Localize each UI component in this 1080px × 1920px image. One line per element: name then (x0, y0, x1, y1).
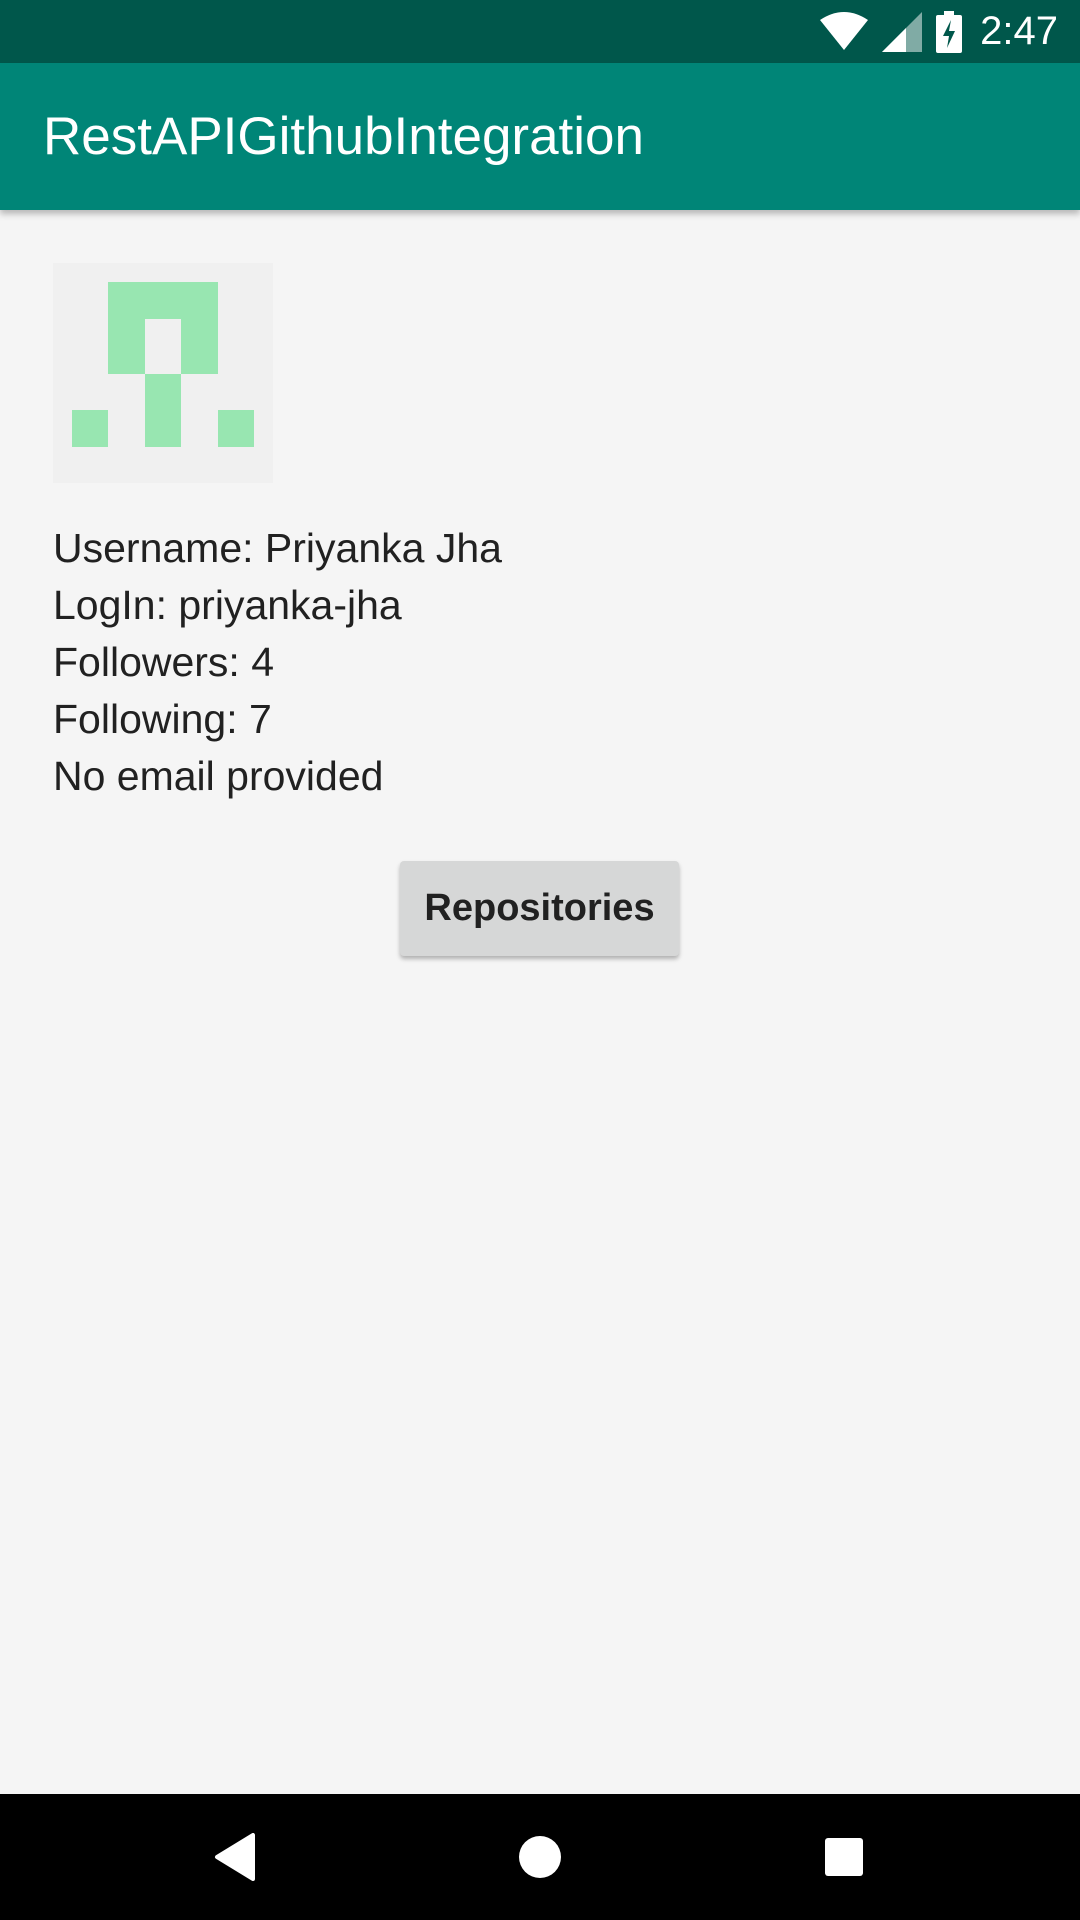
cell-signal-icon (882, 11, 923, 52)
recents-icon (825, 1838, 863, 1876)
home-button[interactable] (485, 1794, 595, 1920)
following-text: Following: 7 (53, 696, 272, 742)
profile-info: Username: Priyanka Jha LogIn: priyanka-j… (53, 520, 502, 805)
status-bar: 2:47 (0, 0, 1080, 63)
back-button[interactable] (180, 1794, 290, 1920)
wifi-icon (820, 11, 869, 50)
profile-content: Username: Priyanka Jha LogIn: priyanka-j… (0, 210, 1080, 1794)
battery-charging-icon (936, 10, 963, 53)
back-icon (215, 1833, 255, 1881)
identicon-avatar (72, 282, 254, 447)
status-time: 2:47 (980, 9, 1058, 53)
app-title: RestAPIGithubIntegration (43, 107, 645, 166)
repositories-button[interactable]: Repositories (400, 861, 679, 956)
username-text: Username: Priyanka Jha (53, 525, 502, 571)
email-text: No email provided (53, 753, 384, 799)
status-icons: 2:47 (820, 0, 1058, 63)
login-text: LogIn: priyanka-jha (53, 582, 402, 628)
navigation-bar (0, 1794, 1080, 1920)
avatar (53, 263, 273, 483)
app-bar: RestAPIGithubIntegration (0, 63, 1080, 210)
home-icon (519, 1836, 561, 1878)
recents-button[interactable] (789, 1794, 899, 1920)
followers-text: Followers: 4 (53, 639, 275, 685)
